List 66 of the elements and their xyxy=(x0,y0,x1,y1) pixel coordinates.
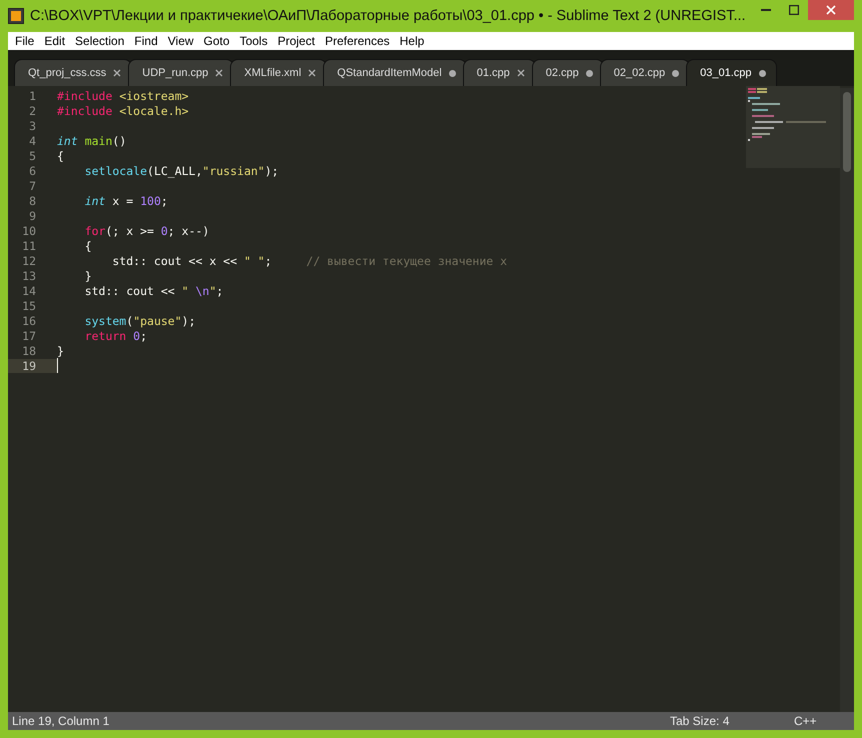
file-tab[interactable]: XMLfile.xml xyxy=(230,59,328,86)
menu-item[interactable]: Project xyxy=(272,34,320,48)
file-tab[interactable]: 03_01.cpp xyxy=(686,59,777,86)
code-line: { xyxy=(57,148,64,162)
code-line: setlocale(LC_ALL,"russian"); xyxy=(84,164,279,178)
close-icon[interactable] xyxy=(516,69,525,77)
line-number: 15 xyxy=(21,298,37,312)
close-icon[interactable] xyxy=(113,69,122,77)
line-number: 13 xyxy=(21,268,37,282)
app-icon xyxy=(8,8,24,24)
menu-item[interactable]: Preferences xyxy=(320,34,395,48)
file-tab[interactable]: QStandardItemModel xyxy=(323,59,467,86)
code-line: std:: cout << x << " "; // вывести текущее значение x xyxy=(111,254,508,268)
window-title: C:\BOX\VPT\Лекции и практичекие\ОАиП\Лабораторные работы\03_01.cpp • - Sublime Text 2 (UNREGIST... xyxy=(30,8,746,24)
menu-item[interactable]: View xyxy=(162,34,199,48)
file-tab[interactable]: UDP_run.cpp xyxy=(128,59,234,86)
syntax-mode[interactable]: C++ xyxy=(794,714,854,728)
maximize-icon xyxy=(789,5,799,15)
menu-item[interactable]: Edit xyxy=(39,34,70,48)
code-line: for(; x >= 0; x--) xyxy=(84,224,210,238)
line-number: 4 xyxy=(28,134,37,148)
code-line: return 0; xyxy=(84,328,148,342)
line-number: 6 xyxy=(28,164,37,178)
menu-item[interactable]: Find xyxy=(129,34,163,48)
line-number: 1 xyxy=(28,88,37,102)
scrollbar[interactable] xyxy=(840,88,854,712)
file-tab[interactable]: 02_02.cpp xyxy=(600,59,690,86)
code-line: } xyxy=(84,268,92,282)
cursor-position: Line 19, Column 1 xyxy=(12,714,110,728)
code-line: system("pause"); xyxy=(84,314,196,328)
code-line: int x = 100; xyxy=(84,194,168,208)
line-number: 11 xyxy=(21,238,37,252)
line-number: 8 xyxy=(28,194,37,208)
file-tab[interactable]: Qt_proj_css.css xyxy=(14,59,132,86)
menu-item[interactable]: Selection xyxy=(70,34,130,48)
code-line: { xyxy=(84,238,92,252)
tab-size[interactable]: Tab Size: 4 xyxy=(670,714,794,728)
line-number: 17 xyxy=(21,328,37,342)
line-number: 3 xyxy=(28,118,37,132)
line-number: 18 xyxy=(21,344,37,358)
file-tab[interactable]: 02.cpp xyxy=(532,59,604,86)
close-icon xyxy=(826,5,836,15)
close-icon[interactable] xyxy=(215,69,224,77)
menu-item[interactable]: Help xyxy=(394,34,430,48)
line-number: 9 xyxy=(28,208,37,222)
line-number: 16 xyxy=(21,314,37,328)
code-line: } xyxy=(57,344,64,358)
line-number: 12 xyxy=(21,254,37,268)
close-button[interactable] xyxy=(808,0,854,20)
line-number: 5 xyxy=(28,148,37,162)
code-line: #include <locale.h> xyxy=(57,104,189,118)
menu-item[interactable]: Goto xyxy=(198,34,235,48)
code-line: #include <iostream> xyxy=(57,88,189,102)
code-line: int main() xyxy=(57,134,126,148)
minimize-icon xyxy=(761,9,771,11)
text-cursor xyxy=(57,358,58,373)
line-number: 10 xyxy=(21,224,37,238)
menu-item[interactable]: File xyxy=(10,34,40,48)
line-number: 7 xyxy=(28,178,37,192)
code-line: std:: cout << " \n"; xyxy=(84,284,224,298)
file-tab[interactable]: 01.cpp xyxy=(462,59,536,86)
line-number: 19 xyxy=(8,358,57,372)
menu-item[interactable]: Tools xyxy=(234,34,273,48)
line-number: 14 xyxy=(21,284,37,298)
close-icon[interactable] xyxy=(308,69,316,77)
line-number: 2 xyxy=(28,104,37,118)
